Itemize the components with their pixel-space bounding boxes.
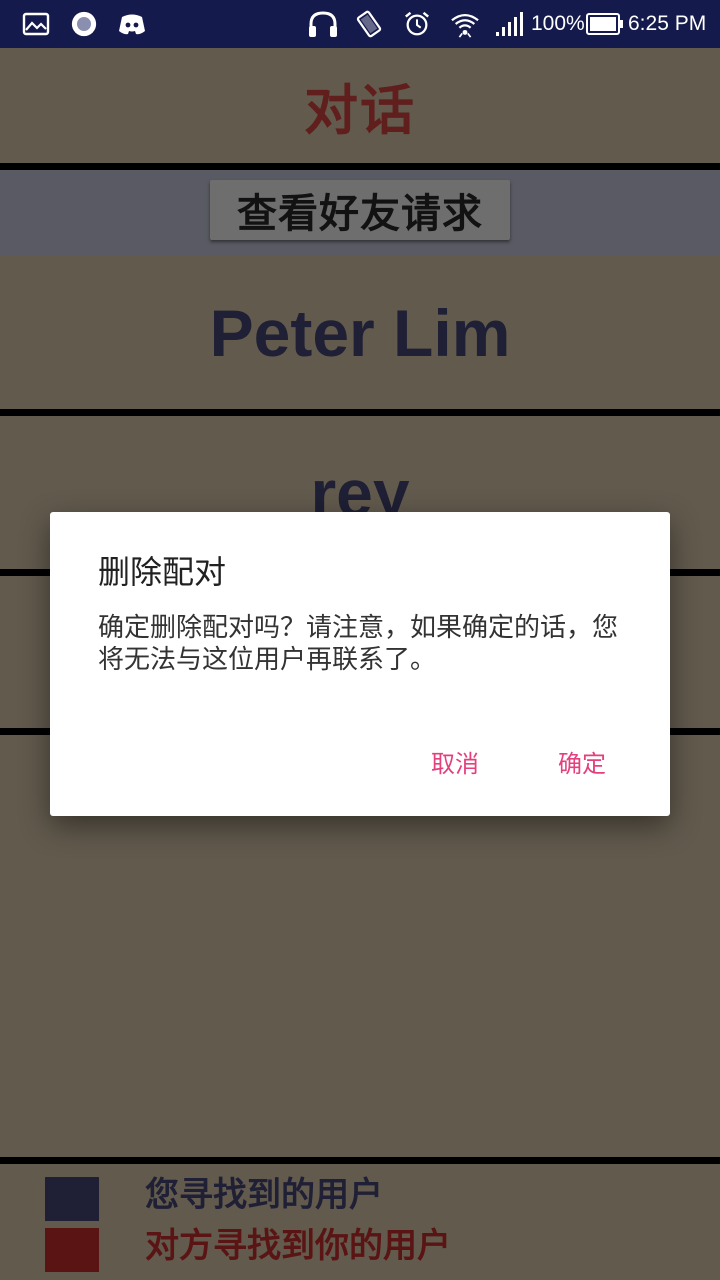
legend-item: 对方寻找到你的用户 [0, 1224, 720, 1274]
legend-item: 您寻找到的用户 [0, 1173, 720, 1223]
divider [0, 163, 720, 170]
divider [0, 409, 720, 416]
legend-label-found-you: 对方寻找到你的用户 [145, 1226, 451, 1266]
signal-icon [496, 12, 523, 36]
legend-swatch-found-by-you [45, 1177, 99, 1221]
headphones-icon [309, 11, 337, 37]
divider [0, 1157, 720, 1164]
legend-swatch-found-you [45, 1228, 99, 1272]
legend-label-found-by-you: 您寻找到的用户 [145, 1175, 383, 1215]
clock: 6:25 PM [628, 12, 707, 35]
delete-match-dialog: 删除配对 确定删除配对吗？请注意，如果确定的话，您将无法与这位用户再联系了。 取… [50, 512, 670, 816]
wifi-icon [451, 14, 479, 38]
battery-icon [586, 13, 623, 35]
image-icon [22, 12, 50, 36]
cancel-button[interactable]: 取消 [427, 742, 483, 786]
view-friend-requests-button[interactable]: 查看好友请求 [210, 180, 510, 240]
alarm-icon [405, 11, 429, 36]
friend-request-bar: 查看好友请求 [0, 170, 720, 256]
confirm-button[interactable]: 确定 [554, 742, 610, 786]
header: 对话 [0, 48, 720, 163]
discord-icon [119, 14, 145, 35]
dialog-title: 删除配对 [98, 553, 227, 591]
battery-percent: 100% [531, 12, 585, 35]
conversation-item[interactable]: Peter Lim [0, 256, 720, 410]
record-icon [71, 11, 97, 37]
dialog-message: 确定删除配对吗？请注意，如果确定的话，您将无法与这位用户再联系了。 [98, 613, 619, 675]
page-title: 对话 [304, 79, 416, 142]
status-bar: 100% 6:25 PM [0, 0, 720, 48]
auto-rotate-icon [356, 10, 382, 38]
